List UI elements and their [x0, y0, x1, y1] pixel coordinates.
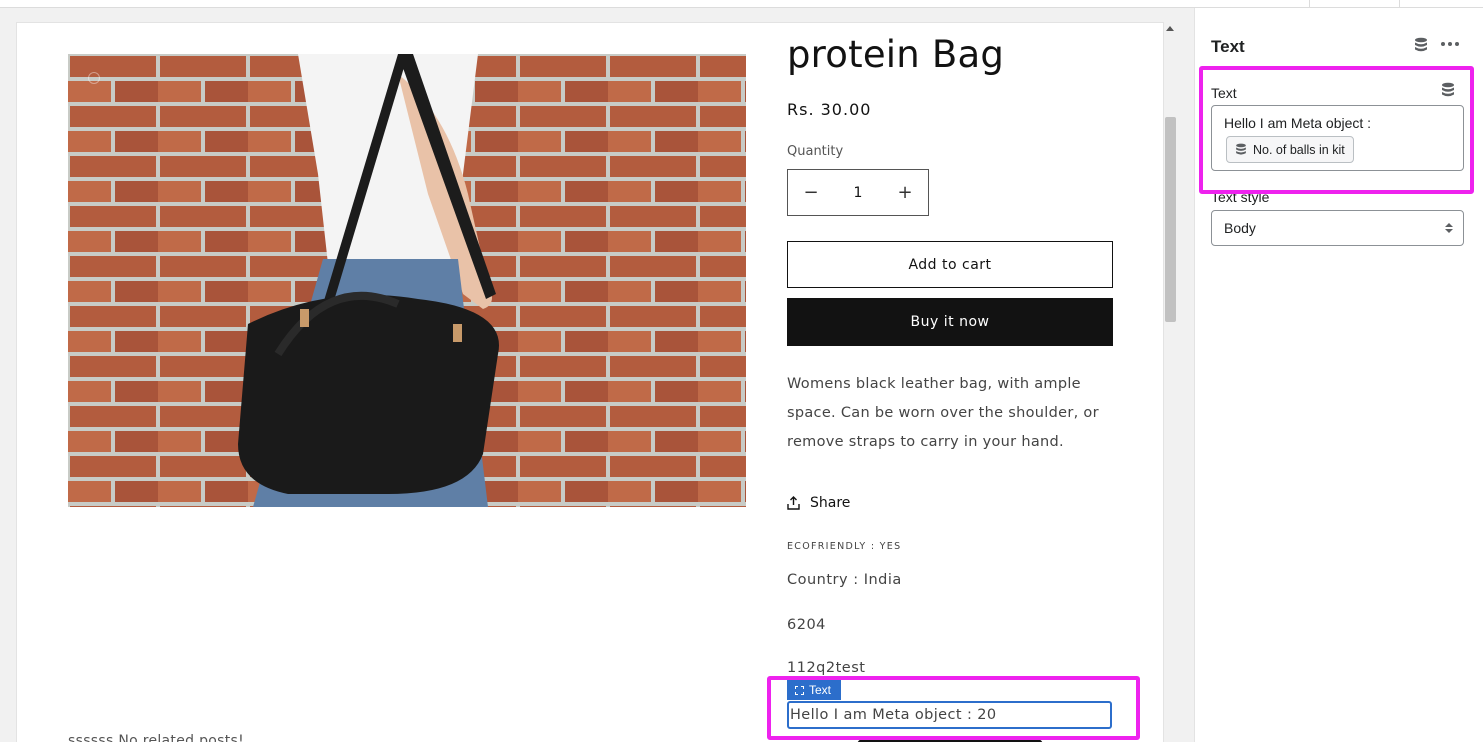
product-price: Rs. 30.00: [787, 100, 872, 119]
selected-text-block[interactable]: Hello I am Meta object : 20: [787, 701, 1112, 729]
text-style-select[interactable]: Body: [1211, 210, 1464, 246]
database-icon[interactable]: [1414, 37, 1428, 53]
text-style-selected: Body: [1224, 220, 1256, 236]
selected-block-tag-label: Text: [809, 683, 832, 697]
database-icon: [1236, 143, 1246, 155]
bag-photo: [68, 54, 746, 507]
ecofriendly-meta: ECOFRIENDLY : YES: [787, 541, 902, 552]
meta-value-2: 112q2test: [787, 660, 866, 676]
related-posts-text: ssssss No related posts!: [68, 733, 245, 742]
quantity-label: Quantity: [787, 144, 844, 159]
buy-now-button[interactable]: Buy it now: [787, 298, 1113, 346]
select-arrows-icon: [1445, 223, 1453, 233]
scroll-thumb[interactable]: [1165, 117, 1176, 322]
scroll-up-arrow-icon[interactable]: [1166, 26, 1174, 31]
more-horizontal-icon[interactable]: [1441, 42, 1459, 46]
settings-panel: Text Text Hello I am Meta object : No. o…: [1195, 8, 1483, 742]
text-field-label: Text: [1211, 85, 1237, 101]
dynamic-source-pill[interactable]: No. of balls in kit: [1226, 136, 1354, 163]
quantity-decrement-button[interactable]: −: [788, 170, 834, 215]
share-label: Share: [810, 495, 851, 511]
zoom-icon[interactable]: [88, 72, 100, 84]
product-title: protein Bag: [787, 33, 1005, 76]
select-block-icon: [795, 685, 804, 695]
quantity-stepper: − 1 +: [787, 169, 929, 216]
text-style-label: Text style: [1211, 189, 1270, 205]
country-meta: Country : India: [787, 572, 902, 588]
selected-block-tag[interactable]: Text: [787, 680, 842, 700]
text-field-value: Hello I am Meta object :: [1224, 115, 1372, 131]
preview-scrollbar[interactable]: [1164, 22, 1177, 742]
dynamic-source-pill-label: No. of balls in kit: [1253, 142, 1345, 157]
product-description: Womens black leather bag, with ample spa…: [787, 376, 1099, 450]
panel-title: Text: [1211, 37, 1245, 56]
connect-dynamic-source-icon[interactable]: [1441, 82, 1455, 98]
quantity-increment-button[interactable]: +: [882, 170, 928, 215]
share-icon: [787, 496, 800, 510]
share-button[interactable]: Share: [787, 495, 850, 511]
quantity-input[interactable]: 1: [834, 185, 882, 201]
storefront-preview: ssssss No related posts! protein Bag Rs.…: [16, 22, 1164, 742]
text-field-input[interactable]: Hello I am Meta object : No. of balls in…: [1211, 105, 1464, 171]
meta-value-1: 6204: [787, 617, 826, 633]
add-to-cart-button[interactable]: Add to cart: [787, 241, 1113, 288]
top-bar-divider: [1399, 0, 1400, 8]
top-bar-divider: [1309, 0, 1310, 8]
product-image[interactable]: [68, 54, 746, 507]
top-bar: [0, 0, 1483, 8]
